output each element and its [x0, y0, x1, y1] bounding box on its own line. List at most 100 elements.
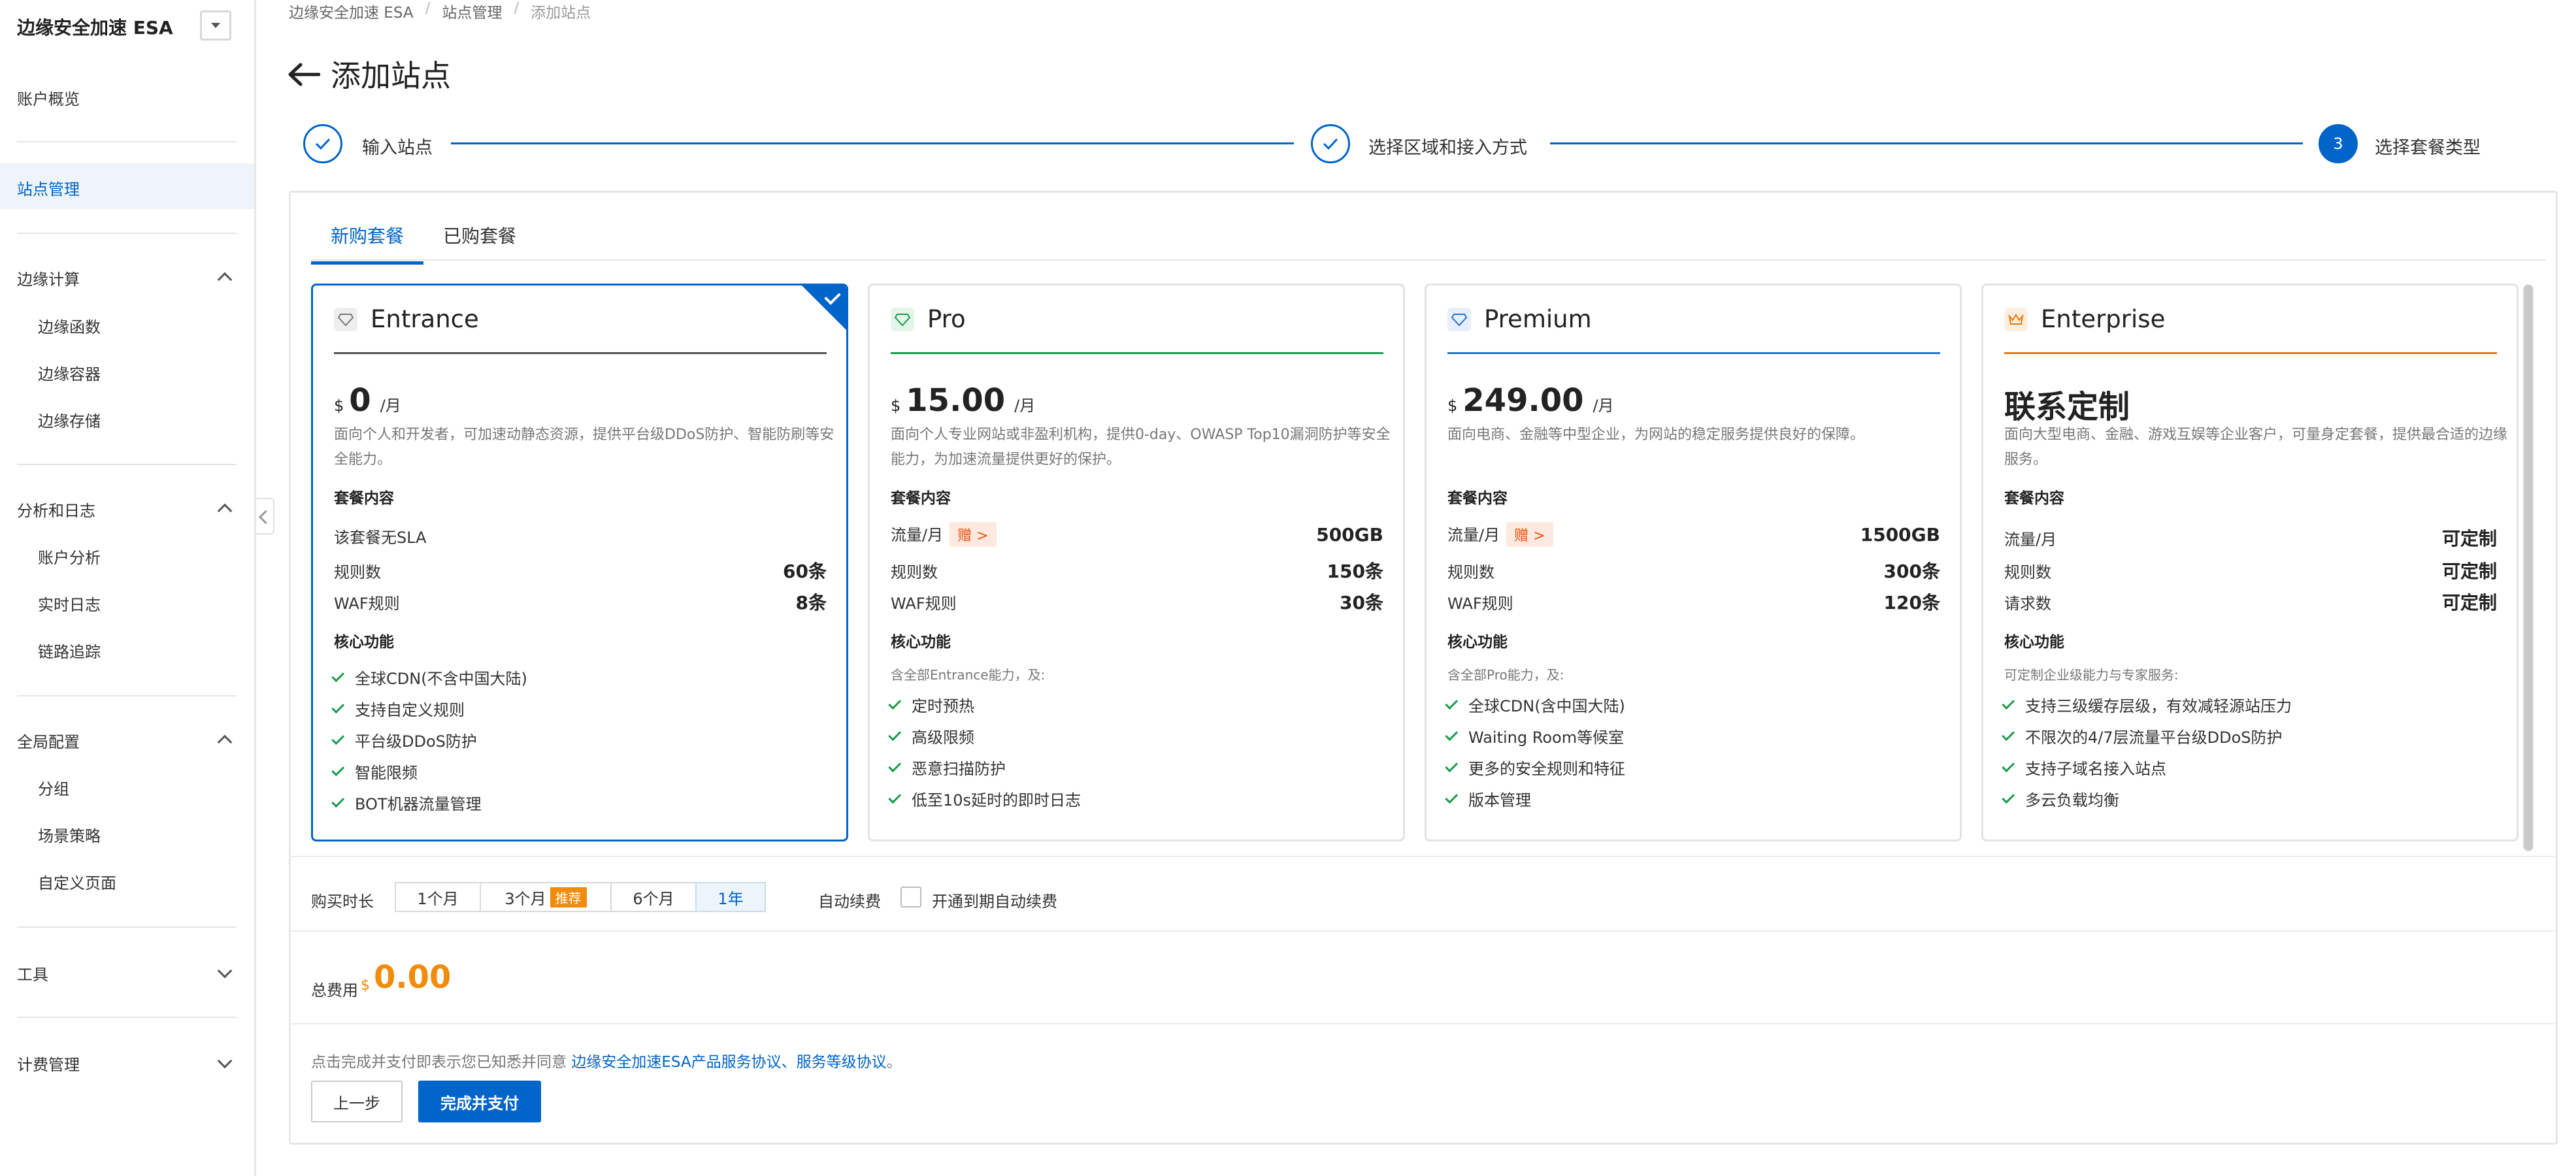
- sidebar-group-billing[interactable]: 计费管理: [17, 1052, 80, 1075]
- plan-row: 规则数 60条: [334, 557, 827, 583]
- sla-link[interactable]: 服务等级协议: [797, 1054, 887, 1071]
- feature-item: 恶意扫描防护: [888, 756, 1006, 779]
- plan-card-entrance[interactable]: Entrance $ 0 /月 面向个人和开发者，可加速动静态资源，提供平台级D…: [311, 284, 848, 841]
- sidebar-item-custom-pages[interactable]: 自定义页面: [38, 870, 116, 893]
- plan-row: 规则数 300条: [1447, 557, 1940, 583]
- feature-item: 平台级DDoS防护: [331, 728, 477, 751]
- gift-tag[interactable]: 赠 >: [1506, 522, 1553, 547]
- feature-item: BOT机器流量管理: [331, 791, 482, 814]
- step-done-icon: [1311, 124, 1350, 163]
- duration-option-3-months[interactable]: 3个月 推荐: [480, 882, 612, 912]
- features-note: 可定制企业级能力与专家服务:: [2004, 667, 2179, 683]
- diamond-icon: [334, 307, 357, 331]
- diamond-icon: [1447, 307, 1471, 331]
- duration-option-1-year[interactable]: 1年: [695, 882, 766, 912]
- previous-step-button[interactable]: 上一步: [311, 1081, 403, 1122]
- plan-row: 流量/月赠 > 500GB: [891, 522, 1383, 547]
- sidebar-group-tools[interactable]: 工具: [17, 962, 48, 985]
- feature-item: 不限次的4/7层流量平台级DDoS防护: [2002, 725, 2283, 747]
- duration-label: 购买时长: [311, 892, 374, 911]
- sidebar-item-realtime-logs[interactable]: 实时日志: [38, 592, 101, 615]
- recommend-tag: 推荐: [550, 887, 587, 907]
- step-label: 选择区域和接入方式: [1368, 138, 1527, 158]
- sidebar-item-edge-containers[interactable]: 边缘容器: [38, 361, 101, 384]
- feature-text: 定时预热: [912, 697, 974, 715]
- divider: [17, 926, 237, 928]
- divider: [289, 930, 2558, 932]
- row-label: 请求数: [2004, 594, 2051, 613]
- plan-accent-rule: [2004, 352, 2497, 354]
- sidebar-group-global-config[interactable]: 全局配置: [17, 729, 80, 752]
- divider: [289, 856, 2558, 857]
- feature-text: 多云负载均衡: [2025, 791, 2119, 809]
- feature-text: 版本管理: [1468, 791, 1531, 809]
- plan-name: Entrance: [371, 305, 479, 333]
- feature-text: 智能限频: [355, 764, 418, 782]
- tab-new-plan[interactable]: 新购套餐: [311, 216, 424, 265]
- feature-item: 支持子域名接入站点: [2002, 756, 2166, 779]
- plan-description: 面向电商、金融等中型企业，为网站的稳定服务提供良好的保障。: [1447, 427, 1865, 443]
- check-icon: [888, 727, 902, 741]
- section-title: 核心功能: [1447, 634, 1508, 651]
- sidebar-item-overview[interactable]: 账户概览: [17, 86, 80, 109]
- sidebar-item-scene-policies[interactable]: 场景策略: [38, 823, 101, 846]
- product-title: 边缘安全加速 ESA: [17, 17, 173, 39]
- divider: [289, 1023, 2558, 1024]
- cards-scrollbar-thumb[interactable]: [2524, 285, 2533, 851]
- step-connector: [451, 142, 1294, 144]
- price-value: 249.00: [1462, 382, 1584, 419]
- plan-row: 流量/月 可定制: [2004, 525, 2497, 551]
- gift-tag[interactable]: 赠 >: [949, 522, 997, 547]
- row-label: WAF规则: [334, 594, 400, 613]
- chevron-up-icon[interactable]: [217, 734, 233, 750]
- chevron-up-icon[interactable]: [217, 503, 233, 519]
- product-switch-dropdown[interactable]: [200, 10, 231, 41]
- step-label: 选择套餐类型: [2375, 138, 2481, 158]
- service-agreement-link[interactable]: 边缘安全加速ESA产品服务协议: [571, 1054, 781, 1071]
- section-title: 套餐内容: [2004, 490, 2064, 507]
- sidebar-item-groups[interactable]: 分组: [38, 776, 69, 799]
- feature-item: 全球CDN(含中国大陆): [1445, 693, 1625, 716]
- plan-accent-rule: [1447, 352, 1940, 354]
- chevron-up-icon[interactable]: [217, 272, 233, 287]
- sidebar-item-site-management[interactable]: 站点管理: [17, 176, 80, 199]
- sidebar-collapse-button[interactable]: [256, 498, 274, 534]
- check-icon: [331, 794, 345, 808]
- feature-item: Waiting Room等候室: [1445, 725, 1624, 747]
- check-icon: [1323, 138, 1338, 150]
- feature-item: 高级限频: [888, 725, 974, 747]
- feature-text: 全球CDN(含中国大陆): [1468, 697, 1625, 715]
- breadcrumb-item[interactable]: 站点管理: [442, 0, 502, 22]
- feature-text: 高级限频: [912, 728, 974, 747]
- check-icon: [315, 138, 331, 150]
- back-arrow-icon[interactable]: [288, 63, 320, 86]
- complete-and-pay-button[interactable]: 完成并支付: [418, 1081, 541, 1122]
- row-value: 120条: [1883, 592, 1940, 613]
- chevron-down-icon[interactable]: [217, 963, 233, 979]
- row-label: WAF规则: [1447, 594, 1513, 613]
- duration-option-1-month[interactable]: 1个月: [395, 882, 481, 912]
- breadcrumb-item[interactable]: 边缘安全加速 ESA: [289, 0, 414, 22]
- step-current-number: 3: [2319, 124, 2358, 163]
- step-label: 输入站点: [362, 138, 433, 158]
- plan-card-premium[interactable]: Premium $ 249.00 /月 面向电商、金融等中型企业，为网站的稳定服…: [1425, 284, 1962, 841]
- plan-card-enterprise[interactable]: Enterprise 联系定制 面向大型电商、金融、游戏互娱等企业客户，可量身定…: [1981, 284, 2518, 841]
- sidebar-group-analytics-logs[interactable]: 分析和日志: [17, 498, 95, 521]
- sidebar-item-account-analytics[interactable]: 账户分析: [38, 545, 101, 568]
- duration-option-6-months[interactable]: 6个月: [610, 882, 697, 912]
- price-value: 0: [349, 382, 371, 419]
- auto-renew-checkbox[interactable]: [900, 887, 921, 907]
- plan-price: $ 249.00 /月: [1447, 382, 1614, 419]
- price-period: /月: [380, 397, 401, 415]
- sidebar-item-tracing[interactable]: 链路追踪: [38, 639, 101, 662]
- agreement-text: 点击完成并支付即表示您已知悉并同意 边缘安全加速ESA产品服务协议、服务等级协议…: [311, 1049, 902, 1071]
- sidebar-item-edge-functions[interactable]: 边缘函数: [38, 314, 101, 337]
- sidebar-group-edge-compute[interactable]: 边缘计算: [17, 267, 80, 289]
- row-label: WAF规则: [891, 594, 957, 613]
- plan-card-pro[interactable]: Pro $ 15.00 /月 面向个人专业网站或非盈利机构，提供0-day、OW…: [868, 284, 1405, 841]
- tab-purchased-plan[interactable]: 已购套餐: [423, 216, 536, 265]
- auto-renew-option[interactable]: 开通到期自动续费: [932, 889, 1057, 911]
- sidebar-item-edge-storage[interactable]: 边缘存储: [38, 408, 101, 431]
- chevron-down-icon[interactable]: [217, 1053, 233, 1069]
- features-note: 含全部Pro能力，及:: [1447, 667, 1564, 683]
